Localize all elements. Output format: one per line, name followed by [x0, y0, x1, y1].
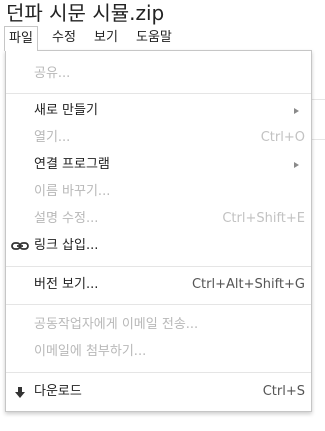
menu-separator — [6, 372, 311, 373]
menu-item-email-attachment[interactable]: 이메일에 첨부하기... — [6, 339, 311, 365]
link-icon — [11, 233, 29, 259]
menu-item-open[interactable]: 열기... Ctrl+O — [6, 125, 311, 151]
menu-item-open-with[interactable]: 연결 프로그램 — [6, 152, 311, 178]
menu-separator — [6, 304, 311, 305]
document-title: 던파 시문 시뮬.zip — [6, 1, 165, 25]
menu-item-label: 연결 프로그램 — [34, 157, 110, 172]
menu-item-label: 설명 수정... — [34, 211, 99, 226]
download-arrow-icon — [11, 379, 29, 405]
menu-item-edit-description[interactable]: 설명 수정... Ctrl+Shift+E — [6, 206, 311, 232]
menu-item-label: 링크 삽입... — [34, 238, 99, 253]
menu-item-rename[interactable]: 이름 바꾸기... — [6, 179, 311, 205]
menu-item-label: 공동작업자에게 이메일 전송... — [34, 317, 199, 332]
menu-bar: 파일 수정 보기 도움말 — [0, 26, 325, 51]
menu-separator — [6, 93, 311, 94]
shortcut-label: Ctrl+S — [262, 384, 305, 399]
menu-edit[interactable]: 수정 — [52, 26, 76, 50]
shortcut-label: Ctrl+Alt+Shift+G — [191, 277, 305, 292]
submenu-arrow-icon — [294, 162, 299, 168]
menu-view[interactable]: 보기 — [94, 26, 118, 50]
menu-help[interactable]: 도움말 — [136, 26, 172, 50]
menu-item-label: 버전 보기... — [34, 277, 99, 292]
menu-item-label: 공유... — [34, 66, 71, 81]
menu-item-email-collaborators[interactable]: 공동작업자에게 이메일 전송... — [6, 312, 311, 338]
menu-file[interactable]: 파일 — [4, 26, 38, 51]
menu-item-insert-link[interactable]: 링크 삽입... — [6, 233, 311, 259]
menu-separator — [6, 266, 311, 267]
menu-item-label: 다운로드 — [34, 384, 82, 399]
menu-item-new[interactable]: 새로 만들기 — [6, 98, 311, 124]
menu-item-download[interactable]: 다운로드 Ctrl+S — [6, 379, 311, 405]
file-menu-dropdown: 공유... 새로 만들기 열기... Ctrl+O 연결 프로그램 이름 바꾸기… — [5, 50, 312, 412]
submenu-arrow-icon — [294, 108, 299, 114]
menu-item-label: 이메일에 첨부하기... — [34, 344, 147, 359]
menu-item-versions[interactable]: 버전 보기... Ctrl+Alt+Shift+G — [6, 272, 311, 298]
menu-item-share[interactable]: 공유... — [6, 61, 311, 87]
shortcut-label: Ctrl+O — [260, 130, 305, 145]
menu-item-label: 이름 바꾸기... — [34, 184, 111, 199]
menu-item-label: 열기... — [34, 130, 71, 145]
menu-item-label: 새로 만들기 — [34, 103, 98, 118]
shortcut-label: Ctrl+Shift+E — [222, 211, 305, 226]
